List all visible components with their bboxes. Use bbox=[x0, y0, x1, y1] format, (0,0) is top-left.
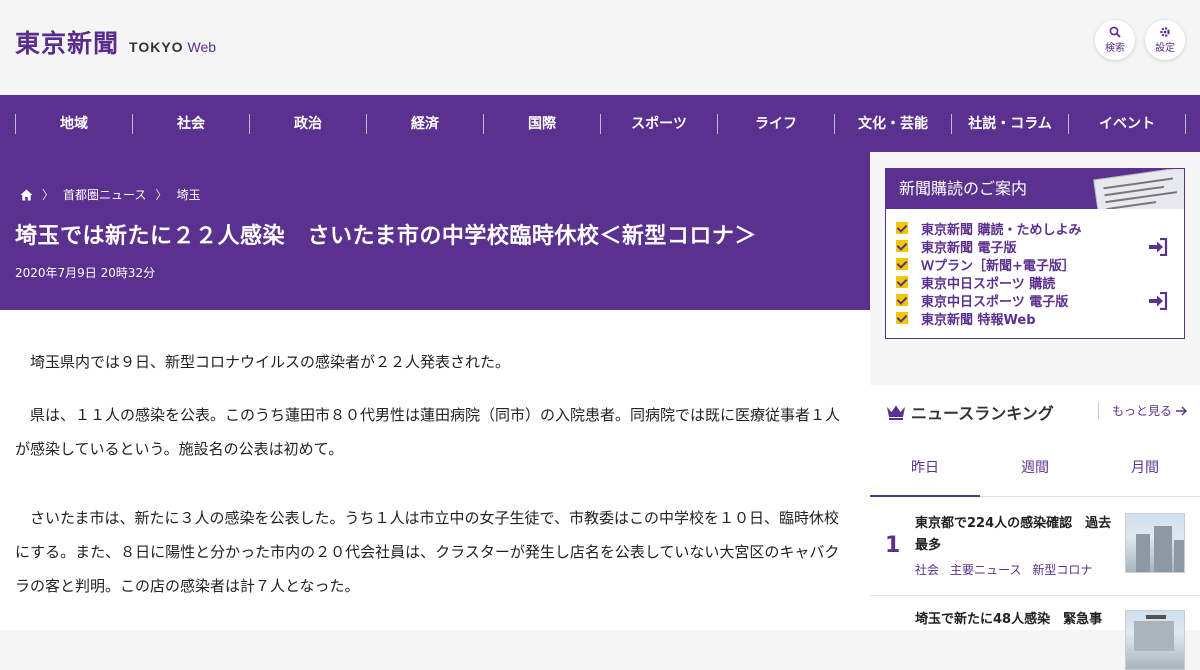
nav-item-economy[interactable]: 経済 bbox=[366, 113, 483, 134]
tag-link[interactable]: 社会 bbox=[915, 561, 939, 578]
breadcrumb-separator: 〉 bbox=[155, 188, 168, 202]
breadcrumb-separator: 〉 bbox=[42, 188, 55, 202]
ranking-thumbnail bbox=[1125, 513, 1185, 573]
subscription-item[interactable]: 東京新聞 購読・ためしよみ bbox=[896, 219, 1184, 238]
nav-item-events[interactable]: イベント bbox=[1068, 113, 1186, 134]
login-icon[interactable] bbox=[1148, 238, 1168, 256]
subscription-box: 新聞購読のご案内 東京新聞 購読・ためしよみ 東京新聞 電子版 Ｗプラン［新聞+… bbox=[885, 168, 1185, 339]
main-nav: 地域 社会 政治 経済 国際 スポーツ ライフ 文化・芸能 社説・コラム イベン… bbox=[0, 95, 1200, 152]
settings-button[interactable]: 設定 bbox=[1145, 20, 1185, 60]
checkbox-icon bbox=[896, 312, 908, 324]
article-body: 埼玉県内では９日、新型コロナウイルスの感染者が２２人発表された。 県は、１１人の… bbox=[0, 310, 870, 630]
subscription-item-label: 東京中日スポーツ 購読 bbox=[921, 276, 1056, 292]
article-paragraph: 県は、１１人の感染を公表。このうち蓮田市８０代男性は蓮田病院（同市）の入院患者。… bbox=[15, 406, 841, 458]
crown-icon bbox=[887, 405, 905, 420]
tag-link[interactable]: 新型コロナ bbox=[1032, 561, 1092, 578]
breadcrumb-item-saitama[interactable]: 埼玉 bbox=[176, 186, 200, 203]
subscription-item-label: 東京新聞 特報Web bbox=[921, 312, 1036, 328]
nav-item-society[interactable]: 社会 bbox=[132, 113, 249, 134]
ranking-entry[interactable]: 埼玉で新たに48人感染 緊急事 bbox=[870, 596, 1200, 670]
subscription-item[interactable]: 東京新聞 特報Web bbox=[896, 309, 1184, 328]
article-date: 2020年7月9日 20時32分 bbox=[15, 266, 156, 280]
checkbox-icon bbox=[896, 222, 908, 234]
ranking-entry[interactable]: 1 東京都で224人の感染確認 過去最多 社会 主要ニュース 新型コロナ bbox=[870, 497, 1200, 596]
tab-monthly[interactable]: 月間 bbox=[1090, 440, 1200, 496]
gear-icon bbox=[1160, 27, 1170, 37]
site-header: 東京新聞 TOKYO Web 検索 設定 bbox=[0, 0, 1200, 95]
subscription-item[interactable]: 東京中日スポーツ 電子版 bbox=[896, 291, 1184, 310]
checkbox-icon bbox=[896, 258, 908, 270]
subscription-item-label: Ｗプラン［新聞+電子版］ bbox=[921, 258, 1075, 274]
settings-label: 設定 bbox=[1155, 43, 1175, 54]
search-label: 検索 bbox=[1105, 43, 1125, 54]
login-icon[interactable] bbox=[1148, 292, 1168, 310]
subscription-item[interactable]: 東京中日スポーツ 購読 bbox=[896, 273, 1184, 292]
ranking-tabs: 昨日 週間 月間 bbox=[870, 440, 1200, 497]
ranking-more-link[interactable]: もっと見る bbox=[1098, 402, 1188, 419]
ranking-entry-title: 東京都で224人の感染確認 過去最多 bbox=[915, 516, 1112, 553]
ranking-title-text: ニュースランキング bbox=[911, 404, 1054, 423]
nav-item-sports[interactable]: スポーツ bbox=[600, 113, 717, 134]
ranking-title: ニュースランキング bbox=[886, 400, 1054, 424]
nav-item-region[interactable]: 地域 bbox=[15, 113, 132, 134]
article-paragraph: 埼玉県内では９日、新型コロナウイルスの感染者が２２人発表された。 bbox=[30, 353, 511, 371]
breadcrumb-item-metro[interactable]: 首都圏ニュース bbox=[63, 186, 146, 203]
subscription-item[interactable]: 東京新聞 電子版 bbox=[896, 237, 1184, 256]
subscription-item[interactable]: Ｗプラン［新聞+電子版］ bbox=[896, 255, 1184, 274]
tab-yesterday[interactable]: 昨日 bbox=[870, 440, 980, 497]
article-paragraph: さいたま市は、新たに３人の感染を公表した。うち１人は市立中の女子生徒で、市教委は… bbox=[15, 509, 840, 595]
home-icon[interactable] bbox=[20, 189, 33, 201]
logo-web: Web bbox=[187, 39, 217, 55]
logo-kanji: 東京新聞 bbox=[15, 29, 120, 58]
nav-item-world[interactable]: 国際 bbox=[483, 113, 600, 134]
ranking-more-label: もっと見る bbox=[1112, 404, 1173, 418]
subscription-title: 新聞購読のご案内 bbox=[899, 179, 1028, 198]
breadcrumb: 〉 首都圏ニュース 〉 埼玉 bbox=[20, 186, 200, 203]
newspaper-image bbox=[1093, 169, 1184, 209]
nav-item-life[interactable]: ライフ bbox=[717, 113, 834, 134]
ranking-entry-title: 埼玉で新たに48人感染 緊急事 bbox=[915, 612, 1103, 627]
checkbox-icon bbox=[896, 294, 908, 306]
arrow-right-icon bbox=[1176, 405, 1188, 416]
ranking-thumbnail bbox=[1125, 610, 1185, 670]
subscription-list: 東京新聞 購読・ためしよみ 東京新聞 電子版 Ｗプラン［新聞+電子版］ 東京中日… bbox=[886, 209, 1184, 328]
rank-number: 1 bbox=[885, 533, 901, 558]
subscription-header: 新聞購読のご案内 bbox=[886, 169, 1184, 209]
tab-weekly[interactable]: 週間 bbox=[980, 440, 1090, 496]
checkbox-icon bbox=[896, 276, 908, 288]
subscription-item-label: 東京中日スポーツ 電子版 bbox=[921, 294, 1069, 310]
checkbox-icon bbox=[896, 240, 908, 252]
logo-tokyo: TOKYO bbox=[129, 39, 184, 55]
article-title: 埼玉では新たに２２人感染 さいたま市の中学校臨時休校＜新型コロナ＞ bbox=[15, 224, 757, 249]
site-logo[interactable]: 東京新聞 TOKYO Web bbox=[15, 24, 216, 60]
subscription-item-label: 東京新聞 電子版 bbox=[921, 240, 1017, 256]
tag-link[interactable]: 主要ニュース bbox=[950, 561, 1021, 578]
nav-item-editorial[interactable]: 社説・コラム bbox=[951, 113, 1068, 134]
search-button[interactable]: 検索 bbox=[1095, 20, 1135, 60]
article-header: 〉 首都圏ニュース 〉 埼玉 埼玉では新たに２２人感染 さいたま市の中学校臨時休… bbox=[0, 152, 870, 310]
subscription-item-label: 東京新聞 購読・ためしよみ bbox=[921, 222, 1082, 238]
nav-item-politics[interactable]: 政治 bbox=[249, 113, 366, 134]
search-icon bbox=[1109, 26, 1121, 38]
nav-item-culture[interactable]: 文化・芸能 bbox=[834, 113, 951, 134]
ranking-entry-tags: 社会 主要ニュース 新型コロナ bbox=[915, 561, 1092, 578]
